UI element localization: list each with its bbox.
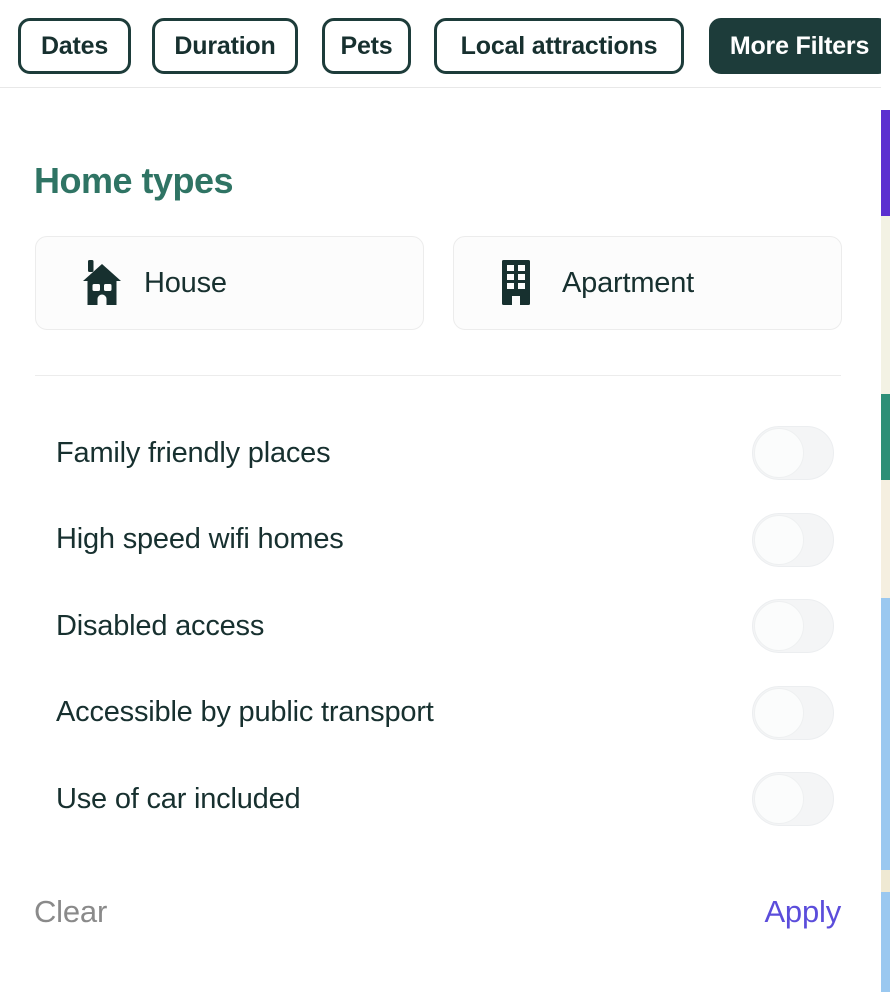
panel-footer: Clear Apply	[0, 880, 881, 944]
filter-option-row: Family friendly places	[0, 410, 881, 497]
section-divider	[35, 375, 841, 376]
filter-option-row: Disabled access	[0, 583, 881, 670]
toggle-knob	[754, 428, 804, 479]
home-type-card-apartment[interactable]: Apartment	[453, 236, 842, 330]
filter-chip-duration[interactable]: Duration	[152, 18, 298, 74]
house-icon	[74, 260, 130, 306]
filter-option-toggle[interactable]	[752, 512, 834, 567]
filter-option-label: Accessible by public transport	[56, 696, 434, 729]
home-type-label-house: House	[144, 266, 227, 299]
clear-button[interactable]: Clear	[34, 894, 107, 930]
filter-chip-more-filters[interactable]: More Filters	[709, 18, 881, 74]
filter-options-list: Family friendly places High speed wifi ho…	[0, 410, 881, 843]
toggle-knob	[754, 774, 804, 825]
filter-option-label: High speed wifi homes	[56, 523, 344, 556]
filter-option-label: Disabled access	[56, 609, 265, 642]
apply-button[interactable]: Apply	[764, 894, 841, 930]
filter-option-label: Family friendly places	[56, 436, 331, 469]
toggle-knob	[754, 514, 804, 565]
filter-chip-local-attractions[interactable]: Local attractions	[434, 18, 684, 74]
more-filters-panel: Dates Duration Pets Local attractions More F…	[0, 0, 881, 992]
filter-chip-bar: Dates Duration Pets Local attractions More F…	[0, 0, 881, 88]
toggle-knob	[754, 601, 804, 652]
toggle-knob	[754, 687, 804, 738]
filter-option-toggle[interactable]	[752, 685, 834, 740]
home-type-label-apartment: Apartment	[562, 266, 694, 299]
home-type-card-house[interactable]: House	[35, 236, 424, 330]
filter-option-toggle[interactable]	[752, 426, 834, 481]
filter-option-toggle[interactable]	[752, 772, 834, 827]
filter-option-row: Accessible by public transport	[0, 670, 881, 757]
filter-option-row: High speed wifi homes	[0, 497, 881, 584]
page-title: Home types	[34, 159, 234, 201]
filter-option-row: Use of car included	[0, 756, 881, 843]
filter-chip-dates[interactable]: Dates	[18, 18, 131, 74]
filter-option-label: Use of car included	[56, 782, 301, 815]
filter-chip-pets[interactable]: Pets	[322, 18, 411, 74]
apartment-icon	[488, 260, 544, 306]
filter-option-toggle[interactable]	[752, 599, 834, 654]
